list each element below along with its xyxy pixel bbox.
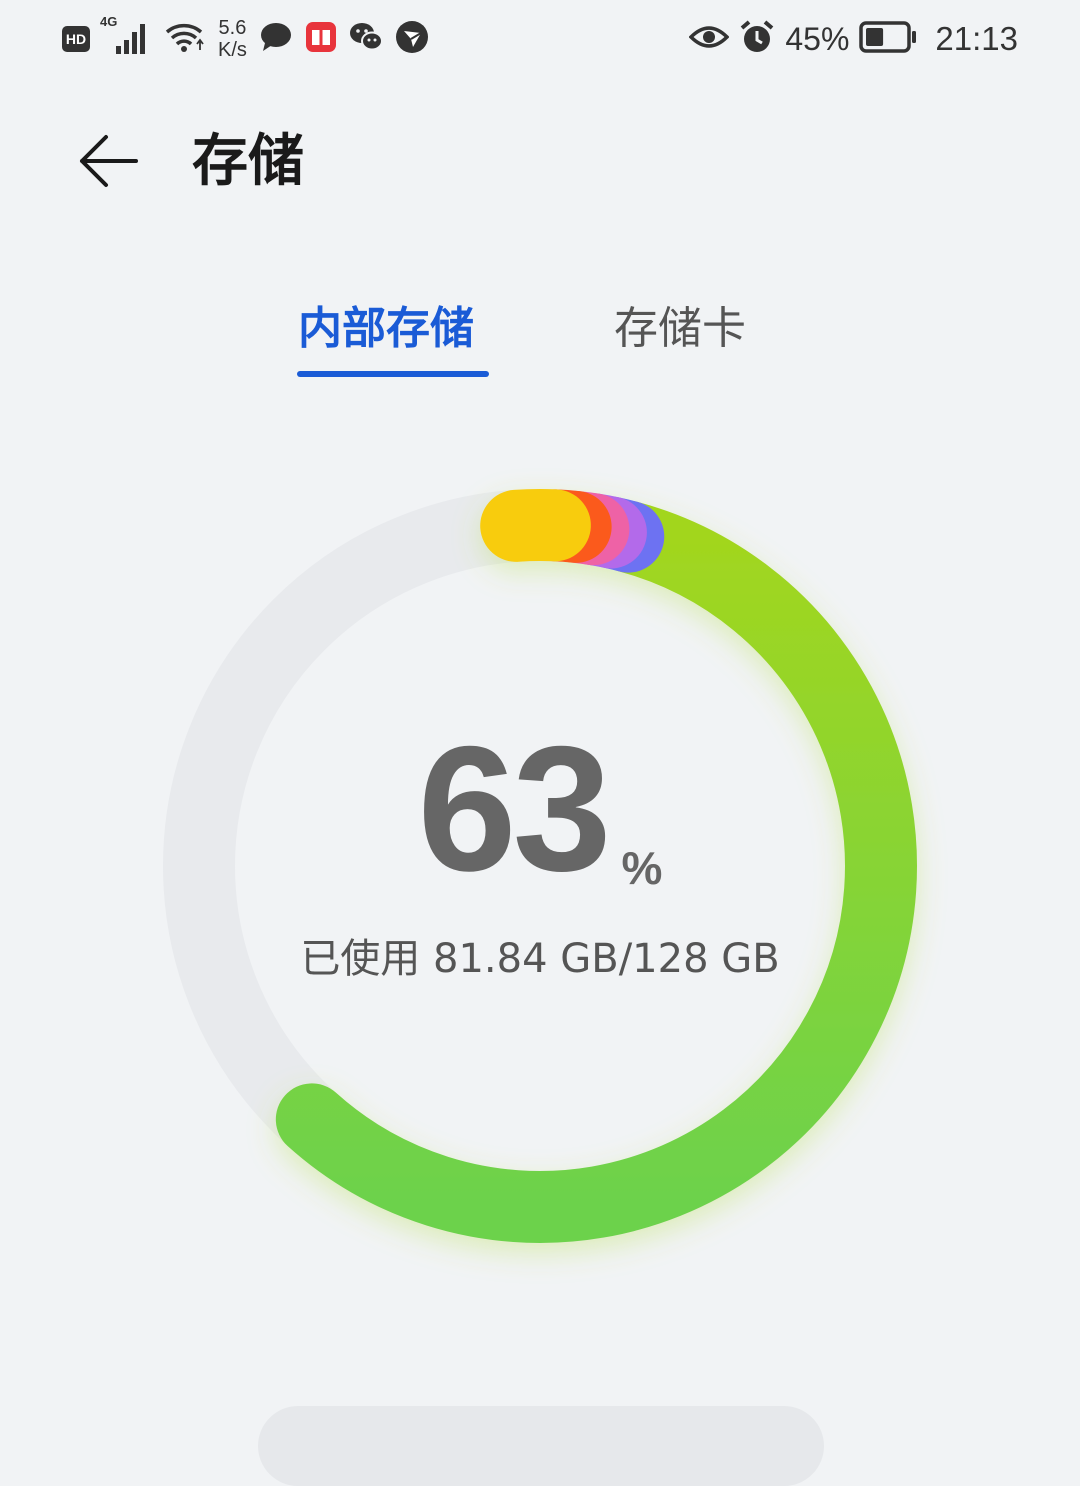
usage-detail-text: 已使用 81.84 GB/128 GB <box>300 936 780 982</box>
usage-percent: 63 % <box>0 720 1080 898</box>
bottom-card[interactable] <box>258 1406 824 1486</box>
ring-segment-yellow <box>480 489 591 562</box>
usage-percent-number: 63 <box>417 709 612 908</box>
usage-percent-sign: % <box>621 842 663 894</box>
